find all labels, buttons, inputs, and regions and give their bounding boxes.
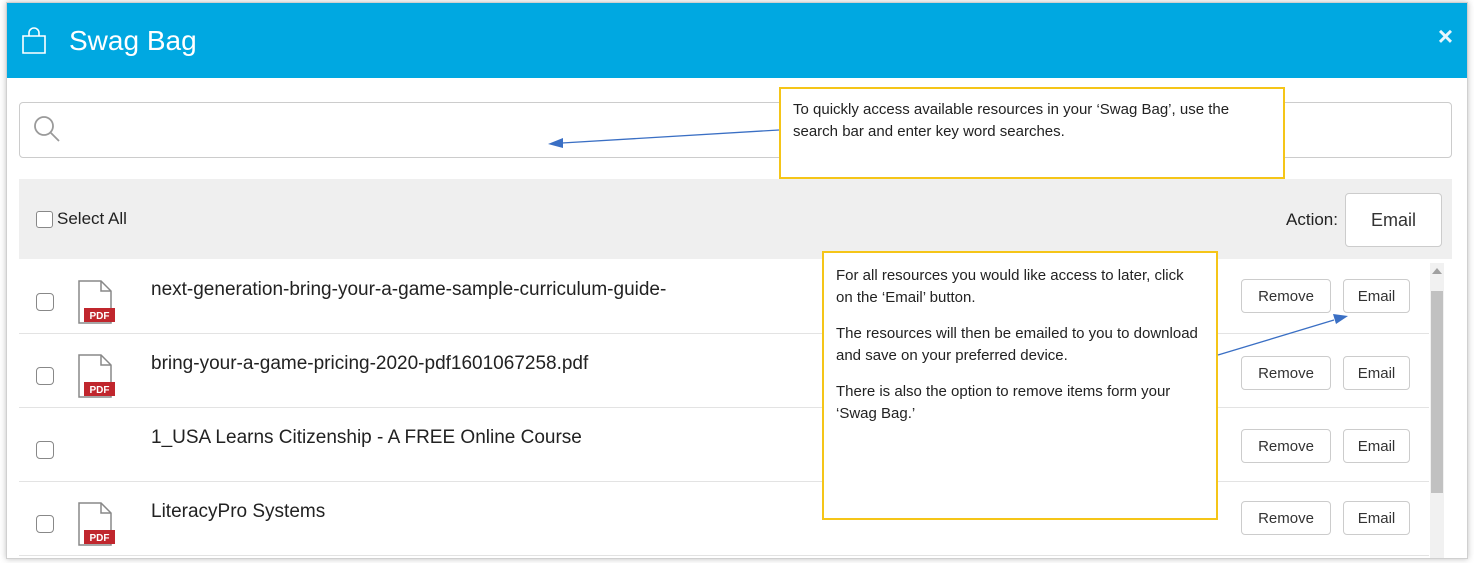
list-toolbar: Select All Action: Email — [19, 179, 1452, 259]
item-checkbox[interactable] — [36, 441, 54, 459]
list-scrollbar[interactable] — [1430, 263, 1444, 558]
remove-button[interactable]: Remove — [1241, 429, 1331, 463]
pdf-file-icon: PDF — [78, 354, 115, 398]
search-icon — [34, 116, 60, 142]
item-name[interactable]: next-generation-bring-your-a-game-sample… — [151, 279, 666, 301]
item-checkbox[interactable] — [36, 515, 54, 533]
email-button[interactable]: Email — [1343, 501, 1410, 535]
swag-bag-modal: Swag Bag × Select All Action: Email PDF … — [6, 2, 1468, 559]
search-help-callout: To quickly access available resources in… — [779, 87, 1285, 179]
shopping-bag-icon — [22, 27, 46, 54]
email-callout-line1: For all resources you would like access … — [836, 267, 1184, 306]
pdf-icon-text: PDF — [90, 385, 110, 396]
pdf-icon-text: PDF — [90, 311, 110, 322]
select-all[interactable]: Select All — [36, 209, 127, 229]
email-help-callout: For all resources you would like access … — [822, 251, 1218, 520]
bulk-email-button[interactable]: Email — [1345, 193, 1442, 247]
select-all-checkbox[interactable] — [36, 210, 53, 228]
scroll-thumb[interactable] — [1431, 291, 1443, 493]
email-callout-line2: The resources will then be emailed to yo… — [836, 325, 1198, 364]
email-button[interactable]: Email — [1343, 279, 1410, 313]
email-callout-line3: There is also the option to remove items… — [836, 383, 1171, 422]
email-button[interactable]: Email — [1343, 429, 1410, 463]
modal-header: Swag Bag × — [7, 3, 1467, 78]
action-label: Action: — [1286, 210, 1338, 229]
modal-title: Swag Bag — [69, 25, 197, 56]
pdf-icon-text: PDF — [90, 533, 110, 544]
pdf-file-icon: PDF — [78, 280, 115, 324]
item-checkbox[interactable] — [36, 293, 54, 311]
pdf-file-icon: PDF — [78, 502, 115, 546]
item-name[interactable]: LiteracyPro Systems — [151, 501, 325, 523]
remove-button[interactable]: Remove — [1241, 279, 1331, 313]
search-callout-text: To quickly access available resources in… — [793, 101, 1230, 140]
item-name[interactable]: 1_USA Learns Citizenship - A FREE Online… — [151, 427, 582, 449]
remove-button[interactable]: Remove — [1241, 356, 1331, 390]
item-checkbox[interactable] — [36, 367, 54, 385]
close-icon[interactable]: × — [1438, 21, 1453, 52]
email-button[interactable]: Email — [1343, 356, 1410, 390]
item-name[interactable]: bring-your-a-game-pricing-2020-pdf160106… — [151, 353, 588, 375]
scroll-up-arrow-icon[interactable] — [1432, 268, 1442, 274]
remove-button[interactable]: Remove — [1241, 501, 1331, 535]
select-all-label: Select All — [57, 209, 127, 228]
